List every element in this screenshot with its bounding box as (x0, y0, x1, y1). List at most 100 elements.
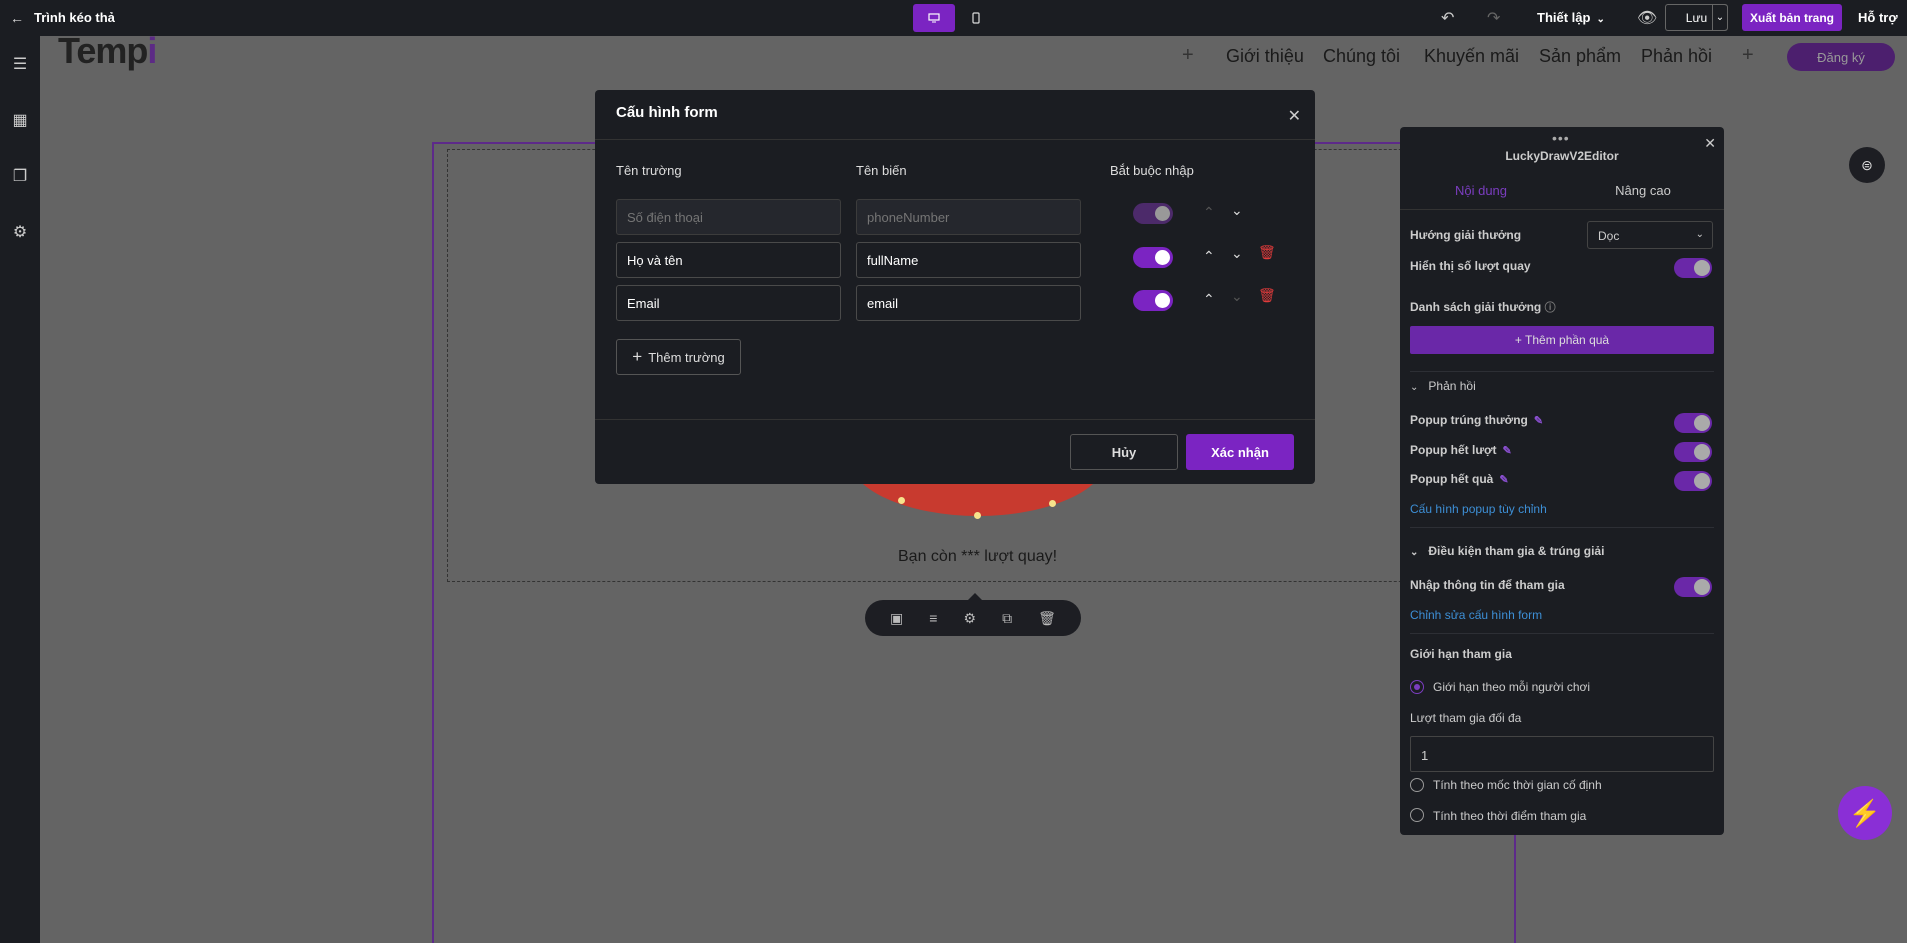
edit-pencil-icon[interactable]: ✎ (1534, 415, 1543, 427)
form-config-modal: Cấu hình form ✕ Tên trường Tên biến Bắt … (595, 90, 1315, 484)
feedback-section-title: Phản hồi (1428, 379, 1476, 393)
nav-item-about[interactable]: Chúng tôi (1323, 46, 1400, 67)
layers-icon[interactable]: ☰ (8, 52, 32, 76)
chevron-down-icon[interactable]: ⌄ (1231, 288, 1243, 305)
help-link[interactable]: Hỗ trợ (1858, 10, 1898, 25)
conditions-section-header[interactable]: ⌄ Điều kiện tham gia & trúng giải (1410, 544, 1604, 558)
radio-by-fixed-time[interactable] (1410, 778, 1424, 792)
popup-out-of-prizes-toggle[interactable] (1674, 471, 1712, 491)
trash-icon[interactable]: 🗑 (1258, 287, 1276, 304)
top-toolbar: ← Trình kéo thả ↶ ↷ Thiết lập ⌄ 👁 Lưu ⌄ X… (0, 0, 1907, 36)
save-options-chevron-icon[interactable]: ⌄ (1712, 4, 1728, 31)
close-icon[interactable]: ✕ (1288, 106, 1301, 126)
chevron-down-icon[interactable]: ⌄ (1231, 245, 1243, 262)
enter-info-toggle[interactable] (1674, 577, 1712, 597)
setup-dropdown[interactable]: Thiết lập ⌄ (1537, 10, 1605, 25)
align-icon[interactable]: ≡ (929, 610, 937, 626)
logo-text: Temp (58, 36, 148, 71)
close-icon[interactable]: ✕ (1704, 135, 1716, 152)
nav-item-intro[interactable]: Giới thiệu (1226, 46, 1304, 67)
divider (1410, 633, 1714, 634)
popup-out-of-turns-text: Popup hết lượt (1410, 443, 1497, 457)
popup-win-toggle[interactable] (1674, 413, 1712, 433)
show-spins-label: Hiển thị số lượt quay (1410, 259, 1531, 273)
drag-handle-icon[interactable]: ••• (1552, 130, 1570, 146)
app-title: Trình kéo thả (34, 10, 115, 25)
register-button[interactable]: Đăng ký (1787, 43, 1895, 71)
desktop-view-button[interactable] (913, 4, 955, 32)
mobile-view-button[interactable] (955, 4, 997, 32)
settings-gear-icon[interactable]: ⚙ (8, 220, 32, 244)
widgets-grid-icon[interactable]: ▦ (8, 108, 32, 132)
required-toggle[interactable] (1133, 290, 1173, 311)
prize-direction-select[interactable]: Dọc ⌄ (1587, 221, 1713, 249)
confirm-button[interactable]: Xác nhận (1186, 434, 1294, 470)
panel-title: LuckyDrawV2Editor (1505, 149, 1619, 163)
gear-icon[interactable]: ⚙ (964, 610, 977, 627)
edit-pencil-icon[interactable]: ✎ (1499, 474, 1508, 486)
image-icon[interactable]: ▣ (890, 610, 903, 627)
chevron-up-icon[interactable]: ⌃ (1203, 204, 1215, 221)
add-prize-button[interactable]: + Thêm phần quà (1410, 326, 1714, 354)
cancel-button[interactable]: Hủy (1070, 434, 1178, 470)
redo-icon[interactable]: ↷ (1487, 8, 1500, 28)
nav-item-feedback[interactable]: Phản hồi (1641, 46, 1712, 67)
show-spins-toggle[interactable] (1674, 258, 1712, 278)
required-toggle[interactable] (1133, 247, 1173, 268)
add-nav-plus-icon[interactable]: + (1182, 44, 1194, 67)
trash-icon[interactable]: 🗑 (1038, 610, 1056, 627)
chevron-down-icon: ⌄ (1695, 229, 1704, 240)
chevron-up-icon[interactable]: ⌃ (1203, 291, 1215, 308)
undo-icon[interactable]: ↶ (1441, 8, 1454, 28)
variable-name-input[interactable]: email (856, 285, 1081, 321)
adjustments-icon[interactable]: ⊜ (1849, 147, 1885, 183)
field-name-input[interactable]: Họ và tên (616, 242, 841, 278)
prize-direction-value: Dọc (1598, 229, 1620, 243)
variable-name-input[interactable]: fullName (856, 242, 1081, 278)
divider (595, 419, 1315, 420)
popup-out-of-turns-toggle[interactable] (1674, 442, 1712, 462)
popup-out-of-turns-label: Popup hết lượt ✎ (1410, 443, 1512, 457)
add-field-label: Thêm trường (648, 349, 725, 365)
nav-item-promotions[interactable]: Khuyến mãi (1424, 46, 1519, 67)
chevron-down-icon[interactable]: ⌄ (1231, 202, 1243, 219)
block-toolbar: ▣ ≡ ⚙ ⧉ 🗑 (865, 600, 1081, 636)
preview-eye-icon[interactable]: 👁 (1637, 8, 1657, 28)
publish-button[interactable]: Xuất bản trang (1742, 4, 1842, 31)
popup-win-label: Popup trúng thưởng ✎ (1410, 413, 1543, 427)
trash-icon[interactable]: 🗑 (1258, 244, 1276, 261)
nav-item-products[interactable]: Sản phẩm (1539, 46, 1621, 67)
help-circle-icon[interactable]: ⓘ (1545, 302, 1556, 314)
messenger-icon[interactable]: ⚡ (1838, 786, 1892, 840)
radio-by-join-time[interactable] (1410, 808, 1424, 822)
variable-name-input[interactable] (856, 199, 1081, 235)
chevron-up-icon[interactable]: ⌃ (1203, 248, 1215, 265)
toggle-knob (1694, 579, 1710, 595)
tab-advanced[interactable]: Nâng cao (1562, 183, 1724, 198)
custom-popup-link[interactable]: Cấu hình popup tùy chỉnh (1410, 502, 1547, 516)
feedback-section-header[interactable]: ⌄ Phản hồi (1410, 379, 1476, 393)
tab-content[interactable]: Nội dung (1400, 183, 1562, 198)
duplicate-icon[interactable]: ⧉ (1002, 610, 1012, 627)
limit-per-player-label: Giới hạn theo mỗi người chơi (1433, 680, 1591, 694)
field-name-input[interactable] (616, 199, 841, 235)
edit-form-link[interactable]: Chỉnh sửa cấu hình form (1410, 608, 1542, 622)
pages-icon[interactable]: ❐ (8, 164, 32, 188)
toggle-knob (1155, 206, 1170, 221)
toggle-knob (1694, 260, 1710, 276)
max-entries-input[interactable]: 1 (1410, 736, 1714, 772)
divider (1410, 527, 1714, 528)
field-name-input[interactable]: Email (616, 285, 841, 321)
toolbar-caret (968, 593, 982, 600)
add-field-button[interactable]: + Thêm trường (616, 339, 741, 375)
radio-limit-per-player[interactable] (1410, 680, 1424, 694)
required-toggle[interactable] (1133, 203, 1173, 224)
chevron-down-icon: ⌄ (1410, 382, 1419, 393)
add-nav-plus-icon-2[interactable]: + (1742, 44, 1754, 67)
toggle-knob (1155, 250, 1170, 265)
toggle-knob (1155, 293, 1170, 308)
toggle-knob (1694, 444, 1710, 460)
edit-pencil-icon[interactable]: ✎ (1503, 445, 1512, 457)
column-field-name: Tên trường (616, 163, 682, 178)
back-arrow-icon[interactable]: ← (10, 10, 24, 26)
